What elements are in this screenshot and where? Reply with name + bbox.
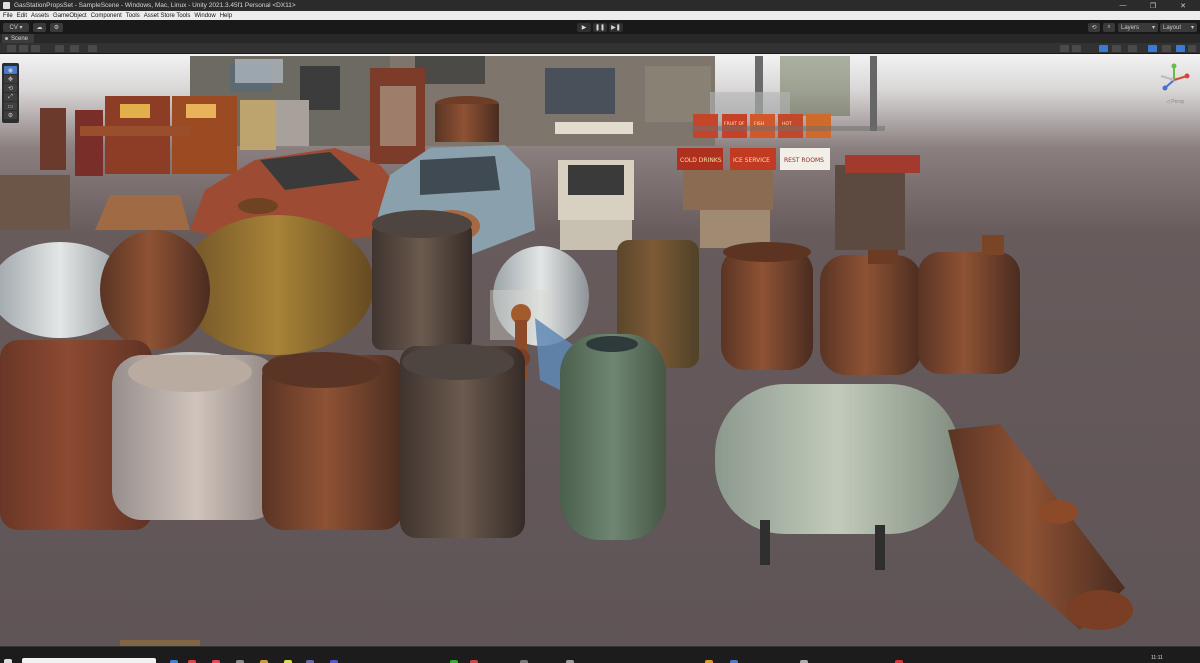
more-icon[interactable] [1188,45,1196,52]
view-tool-button[interactable]: ◉ [4,66,17,74]
white-propane-tank [715,384,960,570]
lighting-toggle-icon[interactable] [1099,45,1108,52]
window-title: GasStationPropsSet - SampleScene - Windo… [14,2,296,9]
minimize-button[interactable]: — [1108,0,1138,11]
cloud-icon[interactable]: ☁ [33,23,46,32]
title-bar: GasStationPropsSet - SampleScene - Windo… [0,0,1200,11]
view-tool-icon[interactable] [7,45,16,52]
transform-tool-button[interactable]: ⚙ [4,111,17,119]
taskbar-search-input[interactable] [22,658,156,663]
menu-bar: File Edit Assets GameObject Component To… [0,11,1200,20]
tab-row: Scene [0,34,1200,43]
pivot-icon[interactable] [31,45,40,52]
history-icon[interactable]: ⟲ [1088,23,1100,32]
orientation-gizmo[interactable] [1158,62,1190,102]
rect-tool-button[interactable]: ▭ [4,102,17,110]
unity-logo-icon [3,2,10,9]
audio-toggle-icon[interactable] [1112,45,1121,52]
rusty-canister-3 [918,235,1020,374]
play-controls: ▶ ❚❚ ▶❚ [577,23,623,32]
scene-viewport[interactable]: COLD DRINKS ICE SERVICE REST ROOMS FRUIT… [0,54,1200,646]
rusty-cylinder-lying [948,424,1133,630]
drum-dark-back [372,210,472,350]
layers-dropdown[interactable]: Layers ▾ [1118,23,1158,32]
effects-icon[interactable] [1128,45,1137,52]
tab-scene[interactable]: Scene [2,34,35,43]
scene-tools-panel: ◉ ✥ ⟲ ⤢ ▭ ⚙ [2,63,19,123]
layers-label: Layers [1121,24,1140,31]
chevron-down-icon: ▾ [1190,25,1194,31]
grid-snap-icon[interactable] [55,45,64,52]
scene-render: COLD DRINKS ICE SERVICE REST ROOMS FRUIT… [0,56,1133,646]
persp-label[interactable]: ◁ Persp [1166,99,1184,105]
menu-asset-store-tools[interactable]: Asset Store Tools [144,13,191,19]
teal-vine-tank [560,334,666,540]
menu-tools[interactable]: Tools [126,13,140,19]
2d-toggle-icon[interactable] [1072,45,1081,52]
increment-snap-icon[interactable] [70,45,79,52]
close-button[interactable]: ✕ [1168,0,1198,11]
global-icon[interactable] [19,45,28,52]
move-tool-button[interactable]: ✥ [4,75,17,83]
play-button[interactable]: ▶ [577,23,591,32]
start-icon[interactable] [4,659,12,663]
menu-window[interactable]: Window [194,13,215,19]
snap-settings-icon[interactable] [88,45,97,52]
menu-gameobject[interactable]: GameObject [53,13,87,19]
chevron-down-icon: ▾ [1151,25,1155,31]
menu-component[interactable]: Component [91,13,122,19]
menu-edit[interactable]: Edit [17,13,27,19]
white-rusty-drum [112,352,280,520]
camera-icon[interactable] [1162,45,1171,52]
account-dropdown[interactable]: CV ▾ [3,23,29,32]
maximize-button[interactable]: ❐ [1138,0,1168,11]
sign-rest-rooms: REST ROOMS [784,157,824,164]
white-barrel-left [0,230,210,350]
dark-drum-front [400,344,525,538]
scene-visibility-icon[interactable] [1148,45,1157,52]
scene-toolbar [0,43,1200,54]
menu-assets[interactable]: Assets [31,13,49,19]
menu-help[interactable]: Help [220,13,232,19]
scale-tool-button[interactable]: ⤢ [4,93,17,101]
pause-button[interactable]: ❚❚ [593,23,607,32]
layout-label: Layout [1163,24,1182,31]
taskbar-clock[interactable]: 11:11 [1151,655,1163,661]
gizmos-icon[interactable] [1176,45,1185,52]
layout-dropdown[interactable]: Layout ▾ [1160,23,1197,32]
os-taskbar: 11:11 [0,646,1200,663]
search-icon[interactable]: ⌕ [1103,23,1115,32]
main-toolbar: CV ▾ ☁ ⚙ ▶ ❚❚ ▶❚ ⟲ ⌕ Layers ▾ Layout ▾ [0,20,1200,34]
rust-drum-front [262,352,404,530]
sign-cold-drinks: COLD DRINKS [680,157,722,164]
sign-ice-service: ICE SERVICE [733,157,770,164]
draw-mode-icon[interactable] [1060,45,1069,52]
rusty-canister-1 [721,242,813,370]
step-button[interactable]: ▶❚ [609,23,623,32]
menu-file[interactable]: File [3,13,13,19]
rotate-tool-button[interactable]: ⟲ [4,84,17,92]
rusty-canister-2 [820,250,922,375]
collab-icon[interactable]: ⚙ [50,23,63,32]
